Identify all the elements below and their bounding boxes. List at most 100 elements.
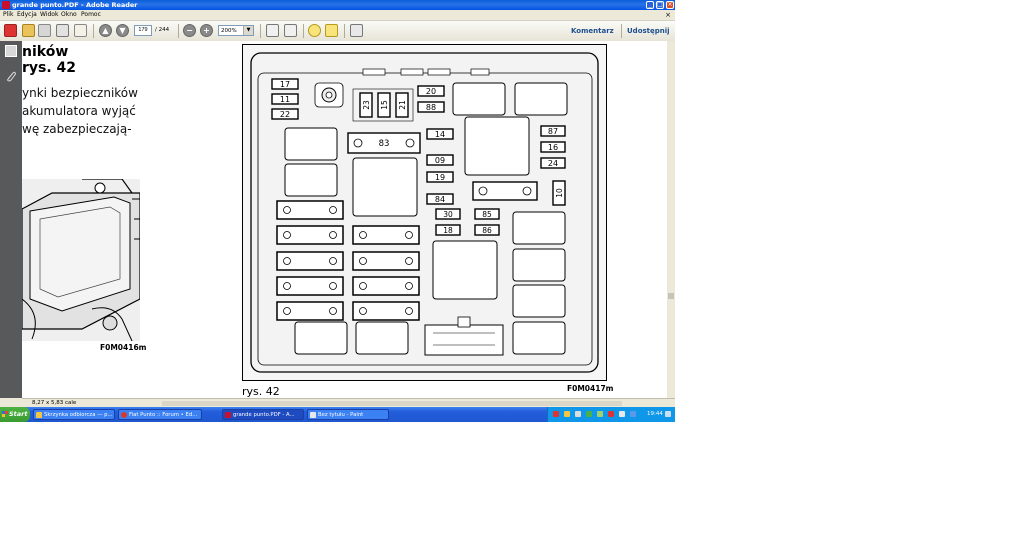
menu-file[interactable]: Plik	[3, 10, 13, 20]
taskbar-item-reader[interactable]: grande punto.PDF - A...	[222, 409, 304, 420]
body-text-line: wę zabezpieczają-	[22, 122, 132, 136]
fuse-label: 30	[443, 210, 453, 219]
toolbar-separator	[344, 24, 345, 38]
figure-caption-main: F0M0417m	[567, 384, 614, 393]
taskbar-item-mail[interactable]: Skrzynka odbiorcza — p...	[33, 409, 115, 420]
save-icon[interactable]	[38, 24, 51, 37]
email-icon[interactable]	[74, 24, 87, 37]
zoom-in-icon[interactable]: +	[200, 24, 213, 37]
fuse-box-figure: 17 11 22 23 15 21 20 88 83 14 09 19 84 8…	[242, 44, 607, 381]
create-pdf-icon[interactable]	[4, 24, 17, 37]
highlight-icon[interactable]	[325, 24, 338, 37]
figure-label-main: rys. 42	[242, 385, 280, 398]
minimize-button[interactable]: _	[646, 1, 654, 9]
taskbar: Start Skrzynka odbiorcza — p... Fiat Pun…	[0, 407, 675, 422]
menu-edit[interactable]: Edycja	[17, 10, 37, 20]
fuse-label: 84	[435, 195, 445, 204]
menu-bar: Plik Edycja Widok Okno Pomoc ×	[0, 10, 675, 21]
page-number-input[interactable]	[134, 25, 152, 36]
page-total-label: / 244	[155, 27, 170, 33]
taskbar-item-browser[interactable]: Fiat Punto :: Forum • Ed...	[118, 409, 202, 420]
fuse-label: 23	[362, 100, 371, 110]
fuse-label: 87	[548, 127, 558, 136]
fuse-label: 15	[380, 100, 389, 110]
fuse-label: 16	[548, 143, 558, 152]
menu-help[interactable]: Pomoc	[81, 10, 101, 20]
toolbar-separator	[303, 24, 304, 38]
battery-drawing	[22, 178, 141, 342]
tray-app-icon[interactable]	[665, 411, 671, 417]
navigation-pane	[0, 41, 22, 398]
taskbar-item-label: Bez tytułu - Paint	[318, 412, 364, 418]
start-label: Start	[9, 410, 28, 418]
toolbar-separator	[260, 24, 261, 38]
toolbar-separator	[178, 24, 179, 38]
network-icon[interactable]	[586, 411, 592, 417]
fuse-label: 22	[280, 110, 290, 119]
fuse-label: 19	[435, 173, 445, 182]
section-heading: ników	[22, 44, 69, 60]
toolbar-separator	[93, 24, 94, 38]
fuse-label: 18	[443, 226, 453, 235]
fuse-box-diagram: 17 11 22 23 15 21 20 88 83 14 09 19 84 8…	[250, 52, 599, 373]
close-button[interactable]: ×	[666, 1, 674, 9]
tray-app-icon[interactable]	[597, 411, 603, 417]
tray-app-icon[interactable]	[619, 411, 625, 417]
attachments-paperclip-icon[interactable]	[5, 67, 17, 82]
menu-window[interactable]: Okno	[61, 10, 77, 20]
fuse-label: 85	[482, 210, 492, 219]
share-button[interactable]: Udostępnij	[627, 21, 670, 41]
taskbar-item-label: Fiat Punto :: Forum • Ed...	[129, 412, 198, 418]
clock: 19:44	[647, 411, 663, 417]
tray-app-icon[interactable]	[608, 411, 614, 417]
screen: grande punto.PDF - Adobe Reader _ □ × Pl…	[0, 0, 675, 422]
fuse-label: 10	[555, 188, 564, 198]
fit-page-icon[interactable]	[266, 24, 279, 37]
fuse-label: 17	[280, 80, 290, 89]
tray-app-icon[interactable]	[553, 411, 559, 417]
fuse-label: 24	[548, 159, 558, 168]
toolbar: ▲ ▼ / 244 − + 200% ▼ Komentarz Udostępni…	[0, 21, 675, 42]
maximize-button[interactable]: □	[656, 1, 664, 9]
fuse-label: 14	[435, 130, 445, 139]
pages-panel-icon[interactable]	[5, 45, 17, 57]
horizontal-scrollbar[interactable]	[162, 401, 622, 406]
tray-app-icon[interactable]	[564, 411, 570, 417]
fuse-label: 09	[435, 156, 445, 165]
document-view[interactable]: ników rys. 42 ynki bezpieczników akumula…	[22, 41, 667, 398]
document-close-button[interactable]: ×	[665, 10, 671, 20]
sticky-note-icon[interactable]	[308, 24, 321, 37]
fuse-label: 86	[482, 226, 492, 235]
print-icon[interactable]	[56, 24, 69, 37]
fuse-label: 11	[280, 95, 290, 104]
figure-left	[22, 178, 141, 342]
taskbar-item-label: Skrzynka odbiorcza — p...	[44, 412, 113, 418]
scroll-thumb[interactable]	[668, 293, 674, 299]
next-page-icon[interactable]: ▼	[116, 24, 129, 37]
comment-button[interactable]: Komentarz	[571, 21, 614, 41]
menu-view[interactable]: Widok	[40, 10, 58, 20]
zoom-value: 200%	[221, 28, 237, 34]
title-bar: grande punto.PDF - Adobe Reader _ □ ×	[0, 0, 675, 10]
tray-app-icon[interactable]	[630, 411, 636, 417]
adobe-reader-icon	[2, 1, 10, 9]
zoom-select[interactable]: 200% ▼	[218, 25, 254, 36]
open-folder-icon[interactable]	[22, 24, 35, 37]
opera-icon	[121, 412, 127, 418]
section-heading-ref: rys. 42	[22, 60, 77, 76]
zoom-out-icon[interactable]: −	[183, 24, 196, 37]
fuse-label: 83	[379, 139, 390, 149]
body-text-line: ynki bezpieczników	[22, 86, 138, 100]
system-tray: 19:44	[547, 407, 675, 422]
taskbar-item-paint[interactable]: Bez tytułu - Paint	[307, 409, 389, 420]
expand-icon[interactable]	[350, 24, 363, 37]
chevron-down-icon[interactable]: ▼	[243, 26, 253, 35]
fuse-label: 88	[426, 103, 436, 112]
vertical-scrollbar[interactable]	[667, 41, 675, 398]
previous-page-icon[interactable]: ▲	[99, 24, 112, 37]
fit-width-icon[interactable]	[284, 24, 297, 37]
volume-icon[interactable]	[575, 411, 581, 417]
paint-icon	[310, 412, 316, 418]
start-button[interactable]: Start	[0, 407, 30, 422]
taskbar-item-label: grande punto.PDF - A...	[233, 412, 295, 418]
